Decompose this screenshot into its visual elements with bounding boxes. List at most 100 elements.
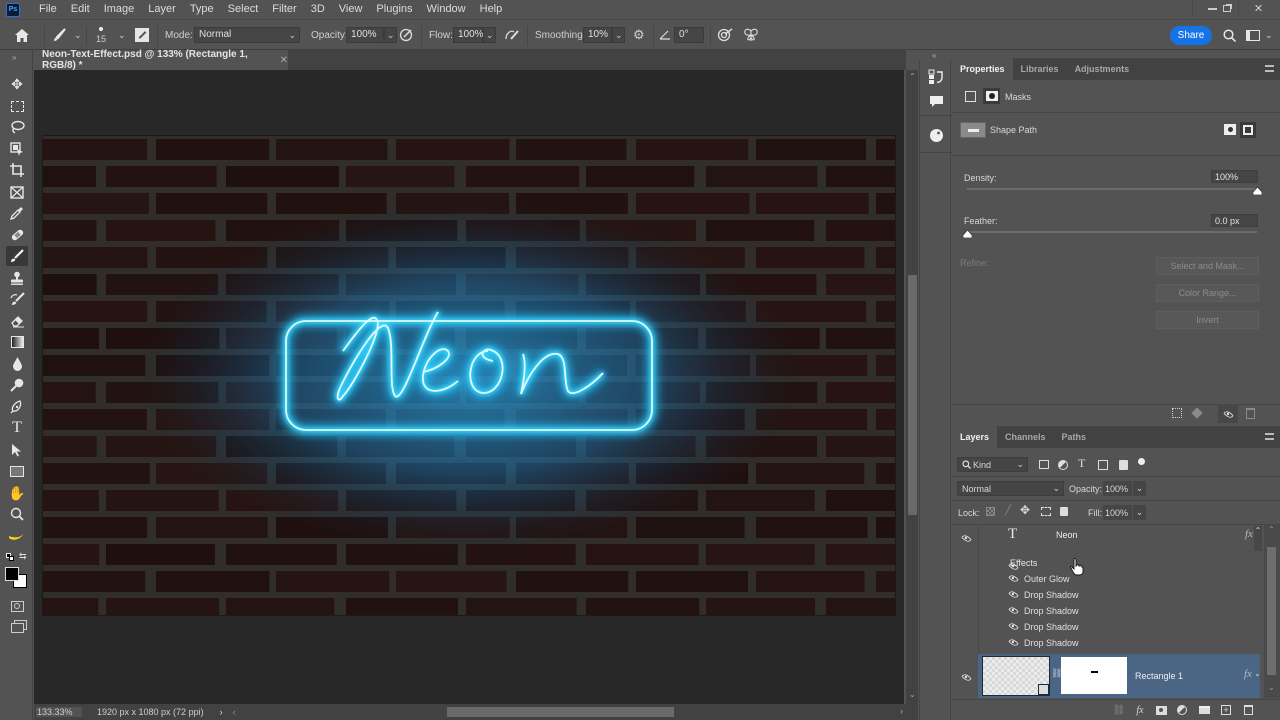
- mode-select[interactable]: Normal ⌄: [194, 27, 300, 43]
- document-canvas[interactable]: Neon: [43, 136, 895, 615]
- fill-input[interactable]: 100%: [1103, 505, 1132, 520]
- scroll-right-icon[interactable]: ›: [900, 706, 903, 716]
- healing-brush-tool[interactable]: [6, 225, 28, 245]
- layer-thumbnail[interactable]: [982, 656, 1050, 696]
- home-button[interactable]: [15, 20, 29, 50]
- menu-layer[interactable]: Layer: [141, 0, 183, 19]
- layer-row-neon[interactable]: T Neon fx ⌃ Effects Outer Glow Drop Shad…: [952, 525, 1262, 655]
- rectangle-tool[interactable]: [6, 461, 28, 481]
- layer-visibility-eye-icon[interactable]: [961, 672, 972, 683]
- zoom-tool[interactable]: [6, 504, 28, 524]
- default-colors-icon[interactable]: [6, 553, 14, 561]
- close-tab-icon[interactable]: ✕: [280, 55, 288, 66]
- new-group-icon[interactable]: [1196, 702, 1212, 718]
- fill-dropdown[interactable]: ⌄: [1133, 505, 1146, 520]
- eye-icon[interactable]: [1008, 589, 1019, 600]
- close-window-button[interactable]: ✕: [1238, 0, 1278, 17]
- toggle-mask-visibility-button[interactable]: [1218, 405, 1238, 423]
- tool-preset-picker[interactable]: ⌄: [52, 20, 82, 50]
- airbrush-toggle[interactable]: [504, 20, 520, 50]
- crop-tool[interactable]: [6, 160, 28, 180]
- effect-drop-shadow[interactable]: Drop Shadow: [1008, 635, 1079, 650]
- marquee-tool[interactable]: [6, 96, 28, 116]
- color-panel-button[interactable]: [926, 125, 946, 145]
- search-button[interactable]: [1223, 20, 1236, 50]
- panel-menu-icon[interactable]: [1265, 65, 1274, 72]
- restore-button[interactable]: [1215, 0, 1238, 17]
- banana-tool[interactable]: [6, 526, 28, 546]
- fx-indicator-icon[interactable]: fx: [1244, 668, 1252, 680]
- gradient-tool[interactable]: [6, 332, 28, 352]
- eye-icon[interactable]: [1008, 573, 1019, 584]
- add-pixel-mask-button[interactable]: [1224, 124, 1236, 135]
- smoothing-options-button[interactable]: ⚙: [633, 20, 645, 50]
- eye-icon[interactable]: [1008, 605, 1019, 616]
- expand-toolbar-icon[interactable]: »: [12, 53, 16, 62]
- status-expand-icon[interactable]: ›: [220, 707, 223, 717]
- foreground-color-swatch[interactable]: [5, 567, 19, 581]
- smoothing-dropdown[interactable]: ⌄: [612, 27, 625, 43]
- lasso-tool[interactable]: [6, 117, 28, 137]
- tab-layers[interactable]: Layers: [952, 426, 998, 448]
- layers-scrollbar[interactable]: ⌃ ⌄: [1264, 525, 1280, 698]
- filter-shape-icon[interactable]: [1098, 460, 1108, 470]
- blend-mode-select[interactable]: Normal ⌄: [957, 481, 1064, 496]
- dodge-tool[interactable]: [6, 375, 28, 395]
- apply-mask-icon[interactable]: [1191, 407, 1203, 419]
- frame-tool[interactable]: [6, 182, 28, 202]
- menu-type[interactable]: Type: [183, 0, 221, 19]
- delete-mask-icon[interactable]: [1246, 408, 1255, 419]
- feather-slider[interactable]: [967, 231, 1257, 233]
- effect-drop-shadow[interactable]: Drop Shadow: [1008, 619, 1079, 634]
- invert-button[interactable]: Invert: [1156, 311, 1259, 329]
- expand-effects-icon[interactable]: ⌄: [1254, 669, 1261, 678]
- layer-name[interactable]: Rectangle 1: [1135, 671, 1183, 681]
- add-vector-mask-button[interactable]: [1240, 122, 1256, 138]
- collapse-effects-icon[interactable]: ⌃: [1254, 526, 1262, 551]
- vertical-scroll-thumb[interactable]: [908, 275, 917, 515]
- brush-size-picker[interactable]: 15: [96, 20, 106, 50]
- menu-window[interactable]: Window: [420, 0, 473, 19]
- eyedropper-tool[interactable]: [6, 203, 28, 223]
- feather-slider-knob[interactable]: [962, 230, 972, 238]
- scroll-down-icon[interactable]: ⌄: [909, 690, 916, 699]
- canvas-area[interactable]: Neon: [34, 70, 904, 704]
- flow-input[interactable]: 100%: [453, 27, 484, 43]
- history-brush-tool[interactable]: [6, 289, 28, 309]
- swap-colors-icon[interactable]: ⇆: [19, 551, 27, 562]
- filter-smart-object-icon[interactable]: [1119, 460, 1128, 470]
- lock-position-icon[interactable]: ✥: [1020, 503, 1030, 517]
- density-slider[interactable]: [967, 188, 1257, 190]
- effect-outer-glow[interactable]: Outer Glow: [1008, 571, 1070, 586]
- comments-panel-button[interactable]: [926, 91, 946, 111]
- select-and-mask-button[interactable]: Select and Mask...: [1156, 257, 1259, 275]
- density-input[interactable]: 100%: [1211, 170, 1258, 183]
- menu-plugins[interactable]: Plugins: [369, 0, 419, 19]
- vector-mask-icon[interactable]: [965, 91, 976, 102]
- menu-image[interactable]: Image: [97, 0, 142, 19]
- tab-properties[interactable]: Properties: [952, 58, 1013, 80]
- link-layers-icon[interactable]: ⛓: [1111, 702, 1127, 718]
- type-tool[interactable]: T: [6, 418, 28, 438]
- move-tool[interactable]: ✥: [6, 74, 28, 94]
- effects-label[interactable]: Effects: [1010, 558, 1037, 568]
- scroll-down-icon[interactable]: ⌄: [1268, 683, 1275, 692]
- clone-stamp-tool[interactable]: [6, 268, 28, 288]
- layers-scroll-thumb[interactable]: [1267, 547, 1276, 675]
- menu-view[interactable]: View: [332, 0, 370, 19]
- workspace-button[interactable]: ⌄: [1246, 20, 1273, 50]
- pen-tool[interactable]: [6, 397, 28, 417]
- tab-adjustments[interactable]: Adjustments: [1067, 58, 1138, 80]
- eye-icon[interactable]: [1008, 621, 1019, 632]
- filter-toggle-icon[interactable]: [1138, 458, 1145, 465]
- menu-edit[interactable]: Edit: [64, 0, 97, 19]
- brush-angle-input[interactable]: 0°: [674, 27, 704, 43]
- menu-3d[interactable]: 3D: [304, 0, 332, 19]
- flow-dropdown[interactable]: ⌄: [483, 27, 496, 43]
- new-adjustment-layer-icon[interactable]: [1174, 702, 1190, 718]
- add-layer-style-icon[interactable]: fx: [1132, 702, 1148, 718]
- feather-input[interactable]: 0.0 px: [1211, 214, 1258, 227]
- new-layer-icon[interactable]: +: [1218, 702, 1234, 718]
- path-selection-tool[interactable]: [6, 440, 28, 460]
- filter-type-icon[interactable]: T: [1078, 456, 1085, 471]
